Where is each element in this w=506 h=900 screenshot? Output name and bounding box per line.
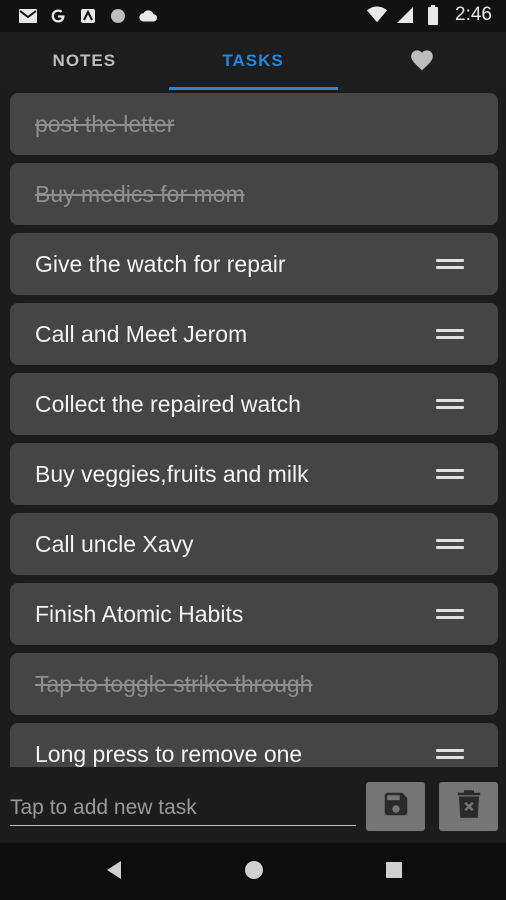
tab-notes[interactable]: NOTES [0,32,169,90]
task-text: Long press to remove one [35,740,303,767]
task-item[interactable]: Tap to toggle strike through [10,653,498,715]
task-text: post the letter [35,110,175,137]
new-task-input[interactable] [10,791,356,826]
signal-icon [395,5,415,25]
drag-handle-icon[interactable] [436,329,464,339]
back-button[interactable] [103,860,125,885]
recents-button[interactable] [383,861,405,883]
task-text: Buy medics for mom [35,180,245,207]
gmail-icon [18,6,38,26]
clock: 2:46 [455,4,492,25]
task-item[interactable]: Buy medics for mom [10,163,498,225]
drag-handle-icon[interactable] [436,539,464,549]
task-item[interactable]: Buy veggies,fruits and milk [10,443,498,505]
task-text: Buy veggies,fruits and milk [35,460,309,487]
task-item[interactable]: Finish Atomic Habits [10,583,498,645]
task-item[interactable]: Long press to remove one [10,723,498,767]
home-button[interactable] [243,860,265,885]
task-text: Collect the repaired watch [35,390,301,417]
task-list[interactable]: post the letter Buy medics for mom Give … [0,90,506,767]
tab-tasks[interactable]: TASKS [168,32,338,90]
drag-handle-icon[interactable] [436,469,464,479]
task-item[interactable]: Collect the repaired watch [10,373,498,435]
status-bar: 2:46 [0,0,506,32]
tab-favorites[interactable] [337,32,506,90]
task-text: Tap to toggle strike through [35,670,313,697]
cloud-icon [138,6,158,26]
task-item[interactable]: post the letter [10,93,498,155]
task-item[interactable]: Call uncle Xavy [10,513,498,575]
home-icon [244,860,264,885]
system-nav-bar [0,843,506,900]
drag-handle-icon[interactable] [436,259,464,269]
wifi-icon [367,5,388,25]
save-icon [381,789,411,824]
task-text: Call and Meet Jerom [35,320,248,347]
drag-handle-icon[interactable] [436,399,464,409]
battery-icon [423,5,443,25]
drag-handle-icon[interactable] [436,749,464,759]
tab-bar: NOTES TASKS [0,32,506,90]
recents-icon [385,861,403,884]
delete-button[interactable] [439,782,498,831]
heart-icon [409,47,435,76]
task-text: Call uncle Xavy [35,530,194,557]
circle-icon [108,6,128,26]
task-item[interactable]: Give the watch for repair [10,233,498,295]
task-item[interactable]: Call and Meet Jerom [10,303,498,365]
task-text: Give the watch for repair [35,250,286,277]
delete-icon [456,789,482,824]
app-icon [78,6,98,26]
back-icon [105,860,123,885]
task-text: Finish Atomic Habits [35,600,244,627]
drag-handle-icon[interactable] [436,609,464,619]
save-button[interactable] [366,782,425,831]
new-task-bar [0,767,506,843]
google-icon [48,6,68,26]
